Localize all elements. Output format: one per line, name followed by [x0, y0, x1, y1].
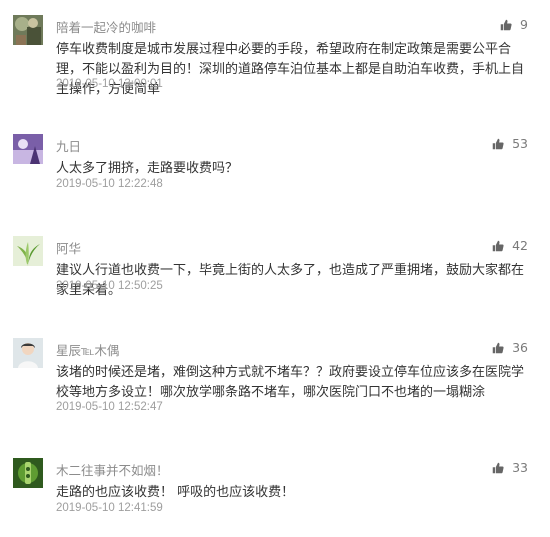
avatar[interactable]	[13, 15, 43, 45]
like-count: 36	[512, 340, 528, 355]
like-count: 33	[512, 460, 528, 475]
thumbs-up-icon	[492, 342, 504, 353]
comment-time: 2019-05-10 12:52:47	[56, 401, 163, 413]
avatar-purple-icon	[13, 134, 43, 164]
avatar-person-icon	[13, 338, 43, 368]
like-button[interactable]: 9	[500, 17, 528, 32]
thumbs-up-icon	[492, 138, 504, 149]
avatar[interactable]	[13, 338, 43, 368]
thumbs-up-icon	[500, 19, 512, 30]
comment-time: 2019-05-10 12:22:48	[56, 178, 163, 190]
like-button[interactable]: 33	[492, 460, 528, 475]
like-button[interactable]: 36	[492, 340, 528, 355]
avatar[interactable]	[13, 458, 43, 488]
comment-time: 2019-05-10 12:50:25	[56, 280, 163, 292]
comment-username[interactable]: 阿华	[56, 238, 81, 257]
thumbs-up-icon	[492, 462, 504, 473]
like-count: 53	[512, 136, 528, 151]
like-count: 42	[512, 238, 528, 253]
thumbs-up-icon	[492, 240, 504, 251]
comment-time: 2019-05-10 12:41:59	[56, 502, 163, 514]
avatar-plant-icon	[13, 236, 43, 266]
comment-username[interactable]: 陪着一起冷的咖啡	[56, 17, 156, 36]
comment-text: 人太多了拥挤，走路要收费吗？	[56, 161, 239, 176]
like-count: 9	[520, 17, 528, 32]
avatar-coffee-icon	[13, 15, 43, 45]
avatar-green-icon	[13, 458, 43, 488]
comment-username[interactable]: 九日	[56, 136, 81, 155]
comment-time: 2019-05-10 13:00:01	[56, 78, 163, 90]
avatar[interactable]	[13, 134, 43, 164]
like-button[interactable]: 42	[492, 238, 528, 253]
avatar[interactable]	[13, 236, 43, 266]
comment-username[interactable]: 木二往事并不如烟！	[56, 460, 169, 479]
comment-text: 该堵的时候还是堵，难倒这种方式就不堵车？？政府要设立停车位应该多在医院学校等地方…	[56, 365, 525, 400]
comment-text: 停车收费制度是城市发展过程中必要的手段，希望政府在制定政策是需要公平合理，不能以…	[56, 42, 525, 97]
comment-username[interactable]: 星辰℡木偶	[56, 340, 119, 359]
like-button[interactable]: 53	[492, 136, 528, 151]
comment-text: 走路的也应该收费！ 呼吸的也应该收费！	[56, 485, 295, 500]
